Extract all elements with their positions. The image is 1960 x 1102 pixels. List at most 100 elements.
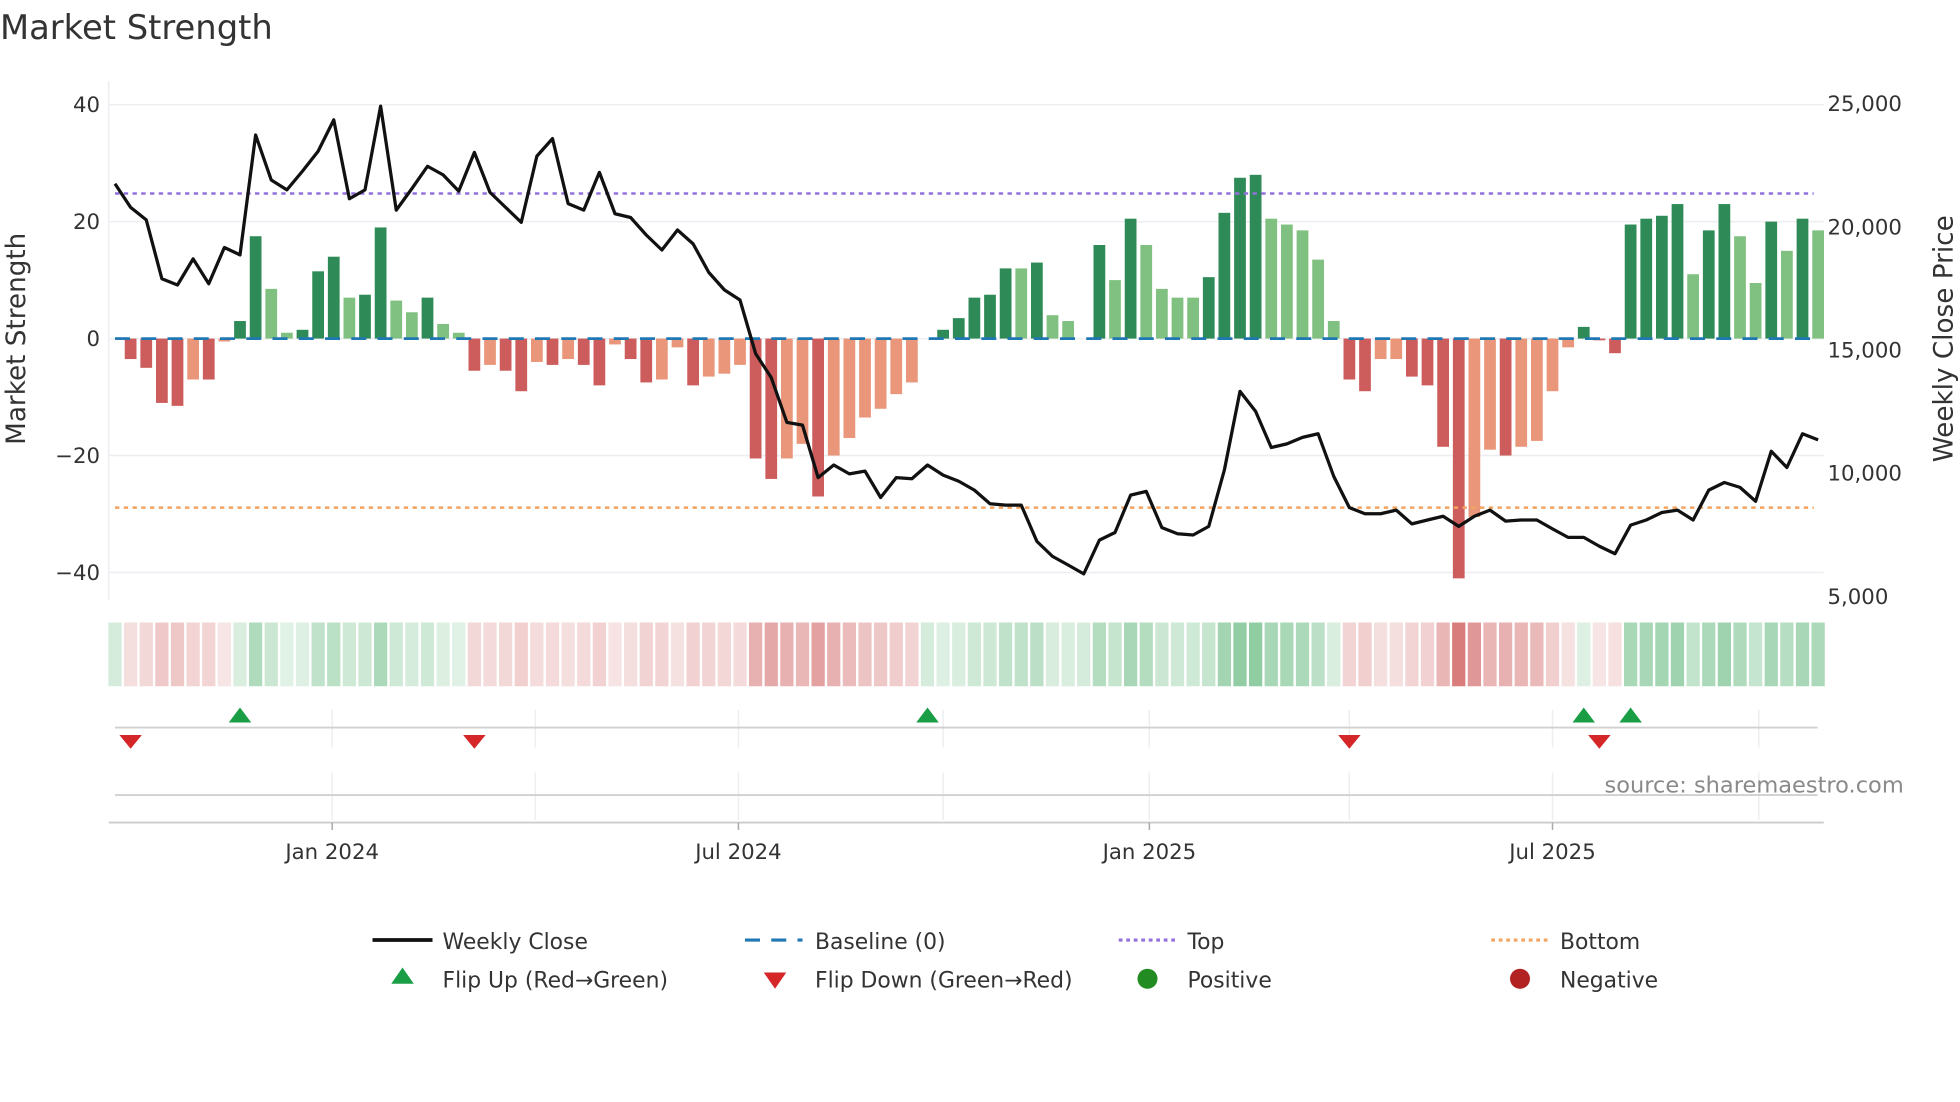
strength-bar <box>1437 338 1450 447</box>
strength-bar <box>1249 174 1262 339</box>
strength-bar <box>140 338 153 368</box>
strength-bar <box>249 236 262 339</box>
strip-cell <box>452 622 466 687</box>
flip-markers-lane <box>115 707 1818 821</box>
strip-cell <box>358 622 372 687</box>
legend-weekly-close: Weekly Close <box>443 930 588 955</box>
strip-cell <box>608 622 622 687</box>
strength-bar <box>952 318 965 339</box>
strength-bar <box>390 300 403 339</box>
strip-cell <box>1374 622 1388 687</box>
strength-bar <box>1109 280 1121 339</box>
strength-bar <box>1796 218 1809 339</box>
flip-up-marker <box>1619 707 1642 723</box>
strip-cell <box>249 622 263 687</box>
strength-bars <box>124 174 1825 579</box>
strip-cell <box>1139 622 1153 687</box>
y-tick-label: 40 <box>73 93 100 118</box>
strip-cell <box>764 622 778 687</box>
strength-bar <box>1702 230 1715 339</box>
strip-cell <box>1217 622 1231 687</box>
strip-cell <box>1014 622 1028 687</box>
strength-bar <box>734 338 746 365</box>
strip-cell <box>1483 622 1497 687</box>
strength-bar <box>968 297 981 339</box>
strip-cell <box>717 622 731 687</box>
strength-bar <box>781 338 793 459</box>
legend-top: Top <box>1187 930 1225 955</box>
strip-cell <box>1514 622 1528 687</box>
y2-tick-label: 20,000 <box>1828 215 1902 240</box>
strength-bar <box>1781 250 1793 339</box>
strength-bar <box>437 323 449 339</box>
strength-bar <box>484 338 496 365</box>
x-tick-label: Jan 2025 <box>1101 840 1197 865</box>
strip-cell <box>1702 622 1716 687</box>
strip-cell <box>1530 622 1544 687</box>
strength-bar <box>1515 338 1528 447</box>
x-tick-label: Jul 2024 <box>693 840 781 865</box>
strength-bar <box>546 338 559 365</box>
strip-cell <box>295 622 310 687</box>
strength-bar <box>890 338 903 395</box>
strength-bar <box>1671 204 1684 339</box>
strip-cell <box>1452 622 1466 687</box>
strip-cell <box>1545 622 1560 687</box>
strip-cell <box>1108 622 1122 687</box>
strength-bar <box>1812 230 1825 339</box>
strength-bar <box>562 338 574 360</box>
strip-cell <box>686 622 700 687</box>
strip-cell <box>639 622 653 687</box>
strength-bar <box>1749 283 1762 339</box>
strip-cell <box>374 622 388 687</box>
strip-cell <box>327 622 341 687</box>
strip-cell <box>842 622 856 687</box>
strength-bar <box>1624 224 1637 339</box>
strip-cell <box>155 622 169 687</box>
strength-bar <box>156 338 168 403</box>
strength-bar <box>1234 177 1246 339</box>
left-axis-title: Market Strength <box>2 233 32 445</box>
strip-cell <box>905 622 919 687</box>
strip-cell <box>983 622 997 687</box>
strip-cell <box>420 622 435 687</box>
strength-bar <box>906 338 918 383</box>
strength-bar <box>421 297 434 339</box>
strip-cell <box>1249 622 1263 687</box>
flip-down-marker <box>463 735 486 749</box>
flip-up-marker <box>1572 707 1595 723</box>
strip-cell <box>139 622 153 687</box>
strength-bar <box>515 338 528 392</box>
strip-cell <box>874 622 888 687</box>
strength-bar <box>327 256 340 339</box>
strength-bar <box>1281 224 1293 339</box>
strip-cell <box>1077 622 1091 687</box>
strip-cell <box>514 622 528 687</box>
strip-cell <box>1045 622 1060 687</box>
strip-cell <box>499 622 513 687</box>
strip-cell <box>1389 622 1403 687</box>
strip-cell <box>186 622 200 687</box>
strength-bar <box>1640 218 1653 339</box>
strength-bar <box>499 338 512 371</box>
strip-cell <box>1717 622 1731 687</box>
strip-cell <box>1436 622 1450 687</box>
strip-cell <box>920 622 935 687</box>
strength-bar <box>1546 338 1559 392</box>
strip-cell <box>1764 622 1778 687</box>
legend-baseline: Baseline (0) <box>815 930 946 955</box>
legend: Weekly Close Baseline (0) Top Bottom Fli… <box>372 930 1658 994</box>
legend-bottom: Bottom <box>1560 930 1640 955</box>
strip-cell <box>1608 622 1622 687</box>
strip-cell <box>1592 622 1606 687</box>
strip-cell <box>1420 622 1435 687</box>
strength-bar <box>1577 326 1590 339</box>
x-axis: Jan 2024 Jul 2024 Jan 2025 Jul 2025 <box>108 821 1824 865</box>
left-axis-ticks: 40 20 0 −20 −40 <box>55 93 100 586</box>
strip-cell <box>202 622 216 687</box>
right-axis-ticks: 25,000 20,000 15,000 10,000 5,000 <box>1828 92 1902 610</box>
strip-cell <box>827 622 841 687</box>
flip-up-marker <box>916 707 939 723</box>
strip-cell <box>1124 622 1138 687</box>
strip-cell <box>795 622 810 687</box>
